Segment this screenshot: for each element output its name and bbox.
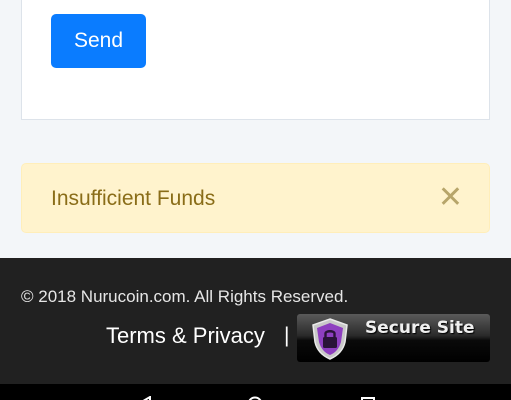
footer: © 2018 Nurucoin.com. All Rights Reserved…: [0, 258, 511, 384]
secure-site-seal[interactable]: Secure Site: [297, 314, 490, 362]
footer-separator: |: [284, 324, 290, 347]
copyright-text: © 2018 Nurucoin.com. All Rights Reserved…: [21, 287, 349, 306]
alert-message: Insufficient Funds: [51, 187, 216, 210]
insufficient-funds-alert: Insufficient Funds ✕: [21, 163, 490, 233]
home-icon[interactable]: [247, 396, 263, 400]
back-icon[interactable]: [136, 396, 152, 400]
terms-privacy-link[interactable]: Terms & Privacy: [106, 323, 265, 349]
page: Send Insufficient Funds ✕ © 2018 Nurucoi…: [0, 0, 511, 400]
secure-site-label: Secure Site: [365, 318, 475, 338]
send-form-card: Send: [21, 0, 490, 120]
recents-icon[interactable]: [360, 396, 376, 400]
shield-lock-icon: [312, 318, 348, 360]
system-navigation-bar: [0, 384, 511, 400]
close-icon[interactable]: ✕: [438, 164, 463, 234]
send-button[interactable]: Send: [51, 14, 146, 68]
